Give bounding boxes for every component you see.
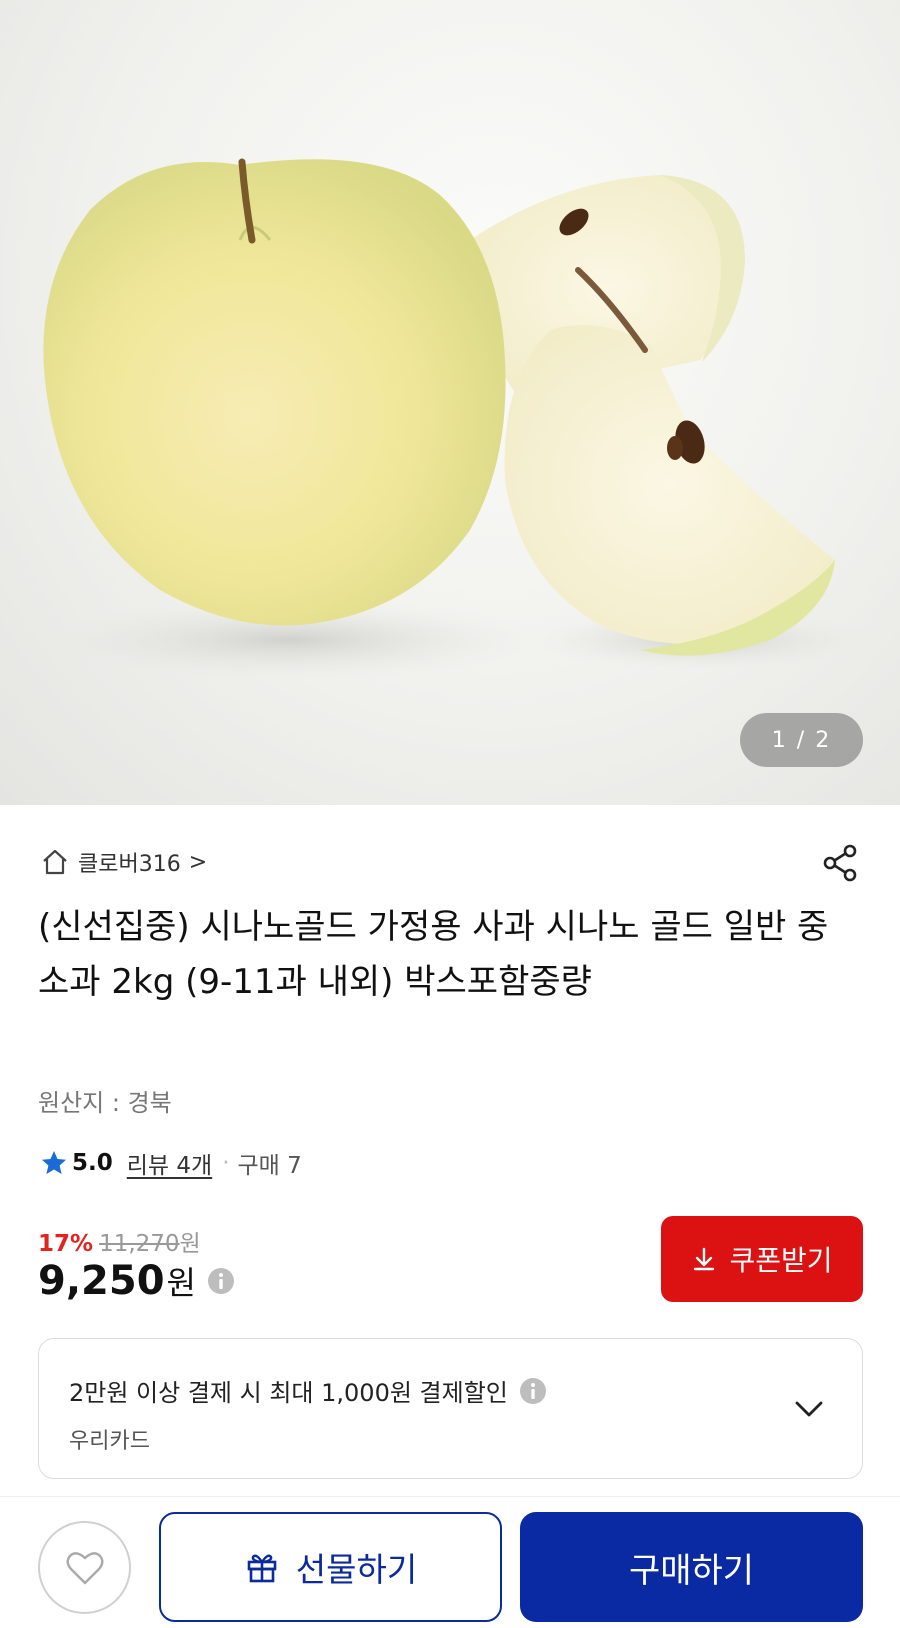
product-image[interactable]: 1 / 2 [0,0,900,805]
product-title: (신선집중) 시나노골드 가정용 사과 시나노 골드 일반 중소과 2kg (9… [38,907,829,1002]
info-icon[interactable] [518,1376,548,1406]
star-icon [42,1151,66,1174]
wishlist-button[interactable] [38,1521,131,1614]
info-icon[interactable] [206,1266,236,1296]
origin-label: 원산지 : 경북 [38,1089,172,1117]
buy-button[interactable]: 구매하기 [520,1512,863,1622]
original-price: 11,270 [99,1231,180,1257]
purchase-count: 구매 7 [237,1153,302,1179]
chevron-down-icon[interactable] [791,1391,827,1427]
download-icon [694,1247,715,1271]
share-icon[interactable] [820,842,862,884]
chevron-right-icon: > [188,849,208,875]
coupon-label: 쿠폰받기 [729,1244,833,1277]
sale-price: 9,250 [38,1258,165,1304]
price-row: 9,250 원 [38,1258,236,1304]
store-link[interactable]: 클로버316 > [40,846,207,878]
gift-icon [247,1554,277,1583]
heart-icon [66,1551,103,1584]
review-link[interactable]: 리뷰 4개 [127,1146,212,1180]
apple-illustration [40,158,870,680]
gift-label: 선물하기 [295,1550,418,1589]
buy-label: 구매하기 [628,1550,755,1591]
original-price-unit: 원 [179,1231,201,1257]
image-pager: 1 / 2 [740,713,863,767]
home-icon [43,849,67,875]
store-name: 클로버316 [78,852,181,877]
rating-row: 5.0 리뷰 4개 · 구매 7 [40,1146,302,1180]
separator-dot: · [222,1150,230,1176]
card-name: 우리카드 [69,1429,150,1454]
card-promo-text-row: 2만원 이상 결제 시 최대 1,000원 결제할인 [69,1373,548,1408]
sale-price-unit: 원 [166,1264,196,1302]
gift-button[interactable]: 선물하기 [159,1512,502,1622]
coupon-button[interactable]: 쿠폰받기 [661,1216,863,1302]
card-promo-box[interactable]: 2만원 이상 결제 시 최대 1,000원 결제할인 우리카드 [38,1338,863,1479]
discount-rate: 17% [38,1231,94,1257]
card-promo-text: 2만원 이상 결제 시 최대 1,000원 결제할인 [69,1379,508,1407]
rating-value: 5.0 [72,1150,113,1176]
discount-row: 17% 11,270 원 [38,1224,201,1258]
